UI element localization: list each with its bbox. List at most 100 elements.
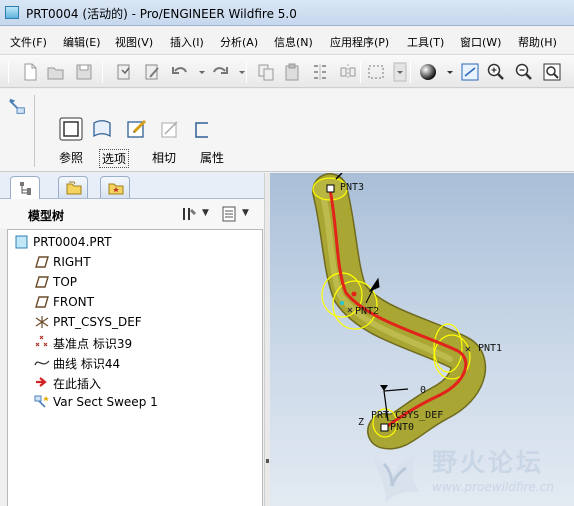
menu-applications[interactable]: 应用程序(P)	[330, 34, 389, 50]
favorites-tab-icon	[108, 183, 124, 195]
select-dropdown-icon[interactable]	[390, 62, 407, 82]
main-toolbar	[0, 54, 574, 88]
new-icon[interactable]	[20, 62, 40, 82]
paste-icon[interactable]	[282, 62, 302, 82]
reference-icon[interactable]	[59, 117, 83, 141]
menu-edit[interactable]: 编辑(E)	[63, 34, 101, 50]
tangency-icon[interactable]	[125, 117, 149, 141]
toolbar-separator	[410, 61, 411, 83]
model-tree-tab[interactable]	[10, 176, 40, 199]
model-tree-header: 模型树 ▼ ▼	[0, 199, 268, 229]
csys-icon	[34, 315, 50, 329]
menu-info[interactable]: 信息(N)	[274, 34, 313, 50]
datum-point-marker	[340, 301, 344, 305]
navigator-tabs	[0, 173, 268, 199]
model-tree-title: 模型树	[28, 209, 65, 223]
tree-show-dropdown-icon[interactable]: ▼	[242, 208, 249, 218]
datum-plane-icon	[34, 275, 50, 289]
open-icon[interactable]	[46, 62, 66, 82]
menu-tools[interactable]: 工具(T)	[407, 34, 444, 50]
menu-view[interactable]: 视图(V)	[115, 34, 153, 50]
csys-z-label: Z	[358, 417, 365, 428]
regenerate-icon[interactable]	[114, 62, 134, 82]
datum-point-icon	[34, 335, 50, 349]
tree-item-label: PRT_CSYS_DEF	[53, 315, 142, 329]
tree-item-label: 基准点 标识39	[53, 337, 133, 351]
forum-logo	[370, 452, 420, 502]
zoom-in-icon[interactable]	[486, 62, 506, 82]
pnt1-label: PNT1	[478, 343, 503, 354]
tree-item-label: 曲线 标识44	[53, 357, 121, 371]
menu-analysis[interactable]: 分析(A)	[220, 34, 258, 50]
properties-icon[interactable]	[158, 117, 182, 141]
menu-insert[interactable]: 插入(I)	[170, 34, 204, 50]
menu-window[interactable]: 窗口(W)	[460, 34, 501, 50]
toolbar-grip	[8, 61, 9, 83]
select-box-icon[interactable]	[366, 62, 386, 82]
dashboard-separator	[34, 95, 35, 167]
shading-dropdown-icon[interactable]	[440, 62, 453, 82]
folder-browser-tab[interactable]	[58, 176, 88, 198]
shading-icon[interactable]	[418, 62, 438, 82]
pnt3-label: PNT3	[340, 182, 365, 193]
properties-tab[interactable]: 属性	[200, 149, 224, 166]
tree-show-icon[interactable]	[220, 205, 238, 223]
undo-dropdown-icon[interactable]	[192, 62, 205, 82]
watermark-url: www.proewildfire.cn	[432, 480, 554, 494]
toolbar-separator	[360, 61, 361, 83]
toolbar-separator	[246, 61, 247, 83]
folder-browser-tab-icon	[66, 181, 82, 195]
orient-icon[interactable]	[460, 62, 480, 82]
window-title: PRT0004 (活动的) - Pro/ENGINEER Wildfire 5.…	[26, 7, 297, 21]
save-icon[interactable]	[74, 62, 94, 82]
pnt3-marker	[326, 184, 335, 193]
datum-plane-icon	[34, 255, 50, 269]
title-bar: PRT0004 (活动的) - Pro/ENGINEER Wildfire 5.…	[0, 0, 574, 26]
tree-settings-icon[interactable]	[180, 205, 198, 223]
model-tree-tab-icon	[20, 182, 31, 195]
refit-icon[interactable]	[542, 62, 562, 82]
datum-point-marker	[351, 291, 357, 297]
tree-item-label: 在此插入	[53, 377, 102, 391]
sweep-icon	[34, 395, 50, 409]
datum-plane-icon	[34, 295, 50, 309]
favorites-tab[interactable]	[100, 176, 130, 198]
csys-arrow	[380, 385, 388, 391]
tree-item-label: PRT0004.PRT	[33, 235, 112, 249]
copy-icon[interactable]	[256, 62, 276, 82]
pnt2-label: PNT2	[355, 306, 380, 317]
splitter-grip[interactable]	[266, 459, 269, 463]
tree-settings-dropdown-icon[interactable]: ▼	[202, 208, 209, 218]
paste-special-icon[interactable]	[310, 62, 330, 82]
bracket-icon[interactable]	[190, 117, 214, 141]
tree-item-label: Var Sect Sweep 1	[53, 395, 158, 409]
mirror-icon[interactable]	[338, 62, 358, 82]
app-icon	[5, 6, 19, 19]
tree-item-label: FRONT	[53, 295, 94, 309]
sweep-feature-icon	[6, 95, 28, 117]
tree-item-label: RIGHT	[53, 255, 91, 269]
tangency-tab[interactable]: 相切	[152, 149, 176, 166]
menu-help[interactable]: 帮助(H)	[518, 34, 557, 50]
undo-icon[interactable]	[170, 62, 190, 82]
redo-icon[interactable]	[210, 62, 230, 82]
edit-icon[interactable]	[142, 62, 162, 82]
curve-icon	[34, 355, 50, 369]
pnt0-marker	[380, 423, 389, 432]
options-icon[interactable]	[90, 117, 114, 141]
options-tab[interactable]: 选项	[99, 149, 130, 168]
csys-label: PRT_CSYS_DEF	[371, 410, 444, 421]
part-icon	[14, 235, 30, 249]
menu-file[interactable]: 文件(F)	[10, 34, 47, 50]
model-tree: PRT0004.PRT RIGHT TOP FRONT PRT_CSYS_DEF…	[7, 229, 263, 506]
csys-zero-label: 0	[420, 385, 427, 396]
feature-dashboard: 参照 选项 相切 属性	[0, 89, 574, 172]
insert-here-icon	[34, 375, 50, 389]
pnt0-label: PNT0	[390, 422, 415, 433]
reference-tab[interactable]: 参照	[59, 149, 83, 166]
redo-dropdown-icon[interactable]	[232, 62, 245, 82]
menu-bar: 文件(F) 编辑(E) 视图(V) 插入(I) 分析(A) 信息(N) 应用程序…	[0, 27, 574, 53]
toolbar-separator	[102, 61, 103, 83]
forum-watermark: 野火论坛 www.proewildfire.cn	[360, 440, 574, 506]
zoom-out-icon[interactable]	[514, 62, 534, 82]
